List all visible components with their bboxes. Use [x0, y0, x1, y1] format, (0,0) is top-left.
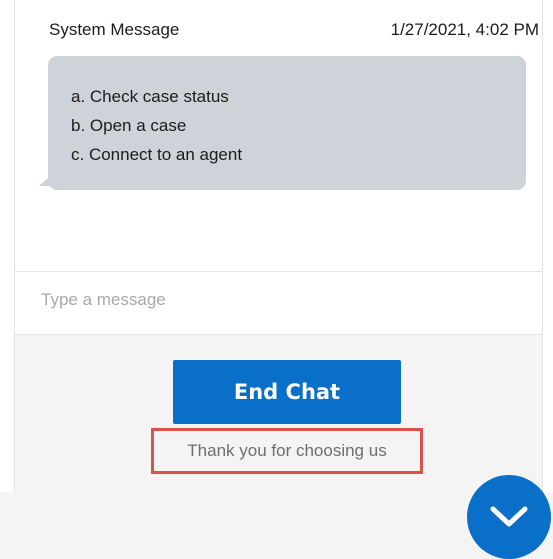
menu-option-check-status[interactable]: a. Check case status [71, 82, 526, 111]
menu-option-connect-agent[interactable]: c. Connect to an agent [71, 140, 526, 169]
thank-you-text: Thank you for choosing us [187, 441, 387, 460]
message-sender: System Message [49, 20, 180, 39]
chat-widget: System Message 1/27/2021, 4:02 PM a. Che… [0, 0, 553, 559]
bubble-tail [39, 177, 49, 186]
chat-window: System Message 1/27/2021, 4:02 PM a. Che… [14, 0, 543, 492]
menu-option-open-case[interactable]: b. Open a case [71, 111, 526, 140]
message-timestamp: 1/27/2021, 4:02 PM [390, 20, 539, 39]
scroll-down-button[interactable] [467, 475, 551, 559]
end-chat-button[interactable]: End Chat [173, 360, 401, 424]
message-bubble: a. Check case status b. Open a case c. C… [39, 56, 526, 190]
message-header: System Message 1/27/2021, 4:02 PM [49, 20, 539, 40]
thank-you-message: Thank you for choosing us [151, 428, 423, 474]
chevron-down-icon [490, 506, 528, 527]
message-input[interactable]: Type a message [15, 272, 542, 334]
chat-footer: End Chat Thank you for choosing us [15, 335, 542, 492]
